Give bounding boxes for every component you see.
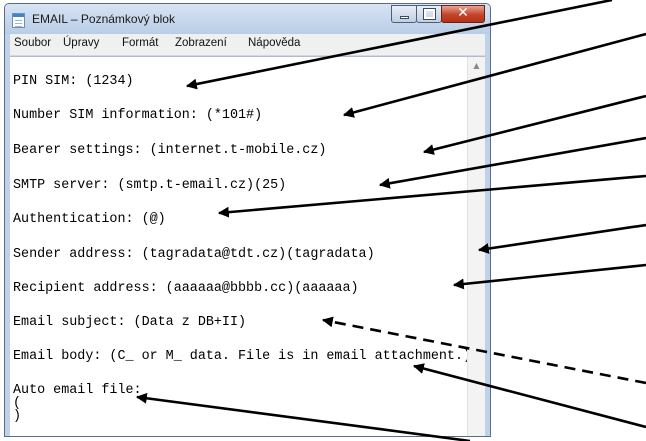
menu-zobrazeni[interactable]: Zobrazení	[175, 37, 227, 49]
menu-bar: Soubor Úpravy Formát Zobrazení Nápověda	[10, 34, 485, 56]
scroll-up-icon[interactable]: ▲	[468, 57, 485, 74]
minimize-icon	[400, 16, 409, 19]
line-auto-email-file: Auto email file:	[13, 383, 142, 398]
menu-format[interactable]: Formát	[122, 37, 158, 49]
line-smtp-server: SMTP server: (smtp.t-email.cz)(25)	[13, 178, 287, 193]
window-title: EMAIL – Poznámkový blok	[32, 12, 175, 26]
line-recipient-address: Recipient address: (aaaaaa@bbbb.cc)(aaaa…	[13, 281, 359, 296]
notepad-icon[interactable]	[12, 13, 25, 28]
line-sender-address: Sender address: (tagradata@tdt.cz)(tagra…	[13, 247, 375, 262]
line-authentication: Authentication: (@)	[13, 212, 166, 227]
menu-upravy[interactable]: Úpravy	[63, 37, 99, 49]
minimize-button[interactable]	[391, 5, 417, 23]
title-bar[interactable]: EMAIL – Poznámkový blok ✕	[5, 4, 490, 34]
maximize-button[interactable]	[416, 5, 442, 23]
line-close-paren: )	[13, 409, 22, 424]
vertical-scrollbar[interactable]: ▲	[467, 57, 485, 436]
close-button[interactable]: ✕	[441, 5, 485, 23]
arrow-sender-address	[477, 223, 646, 254]
close-icon: ✕	[457, 5, 469, 21]
window-controls: ✕	[391, 5, 485, 24]
line-email-subject: Email subject: (Data z DB+II)	[13, 315, 247, 330]
line-bearer-settings: Bearer settings: (internet.t-mobile.cz)	[13, 143, 327, 158]
notepad-window: EMAIL – Poznámkový blok ✕ Soubor Úpravy …	[4, 3, 491, 437]
line-pin-sim: PIN SIM: (1234)	[13, 74, 134, 89]
maximize-icon	[423, 8, 436, 20]
line-number-sim-information: Number SIM information: (*101#)	[13, 108, 263, 123]
text-editor[interactable]: PIN SIM: (1234) Number SIM information: …	[10, 56, 485, 436]
menu-napoveda[interactable]: Nápověda	[248, 37, 300, 49]
line-email-body: Email body: (C_ or M_ data. File is in e…	[13, 349, 472, 364]
menu-soubor[interactable]: Soubor	[14, 37, 51, 49]
